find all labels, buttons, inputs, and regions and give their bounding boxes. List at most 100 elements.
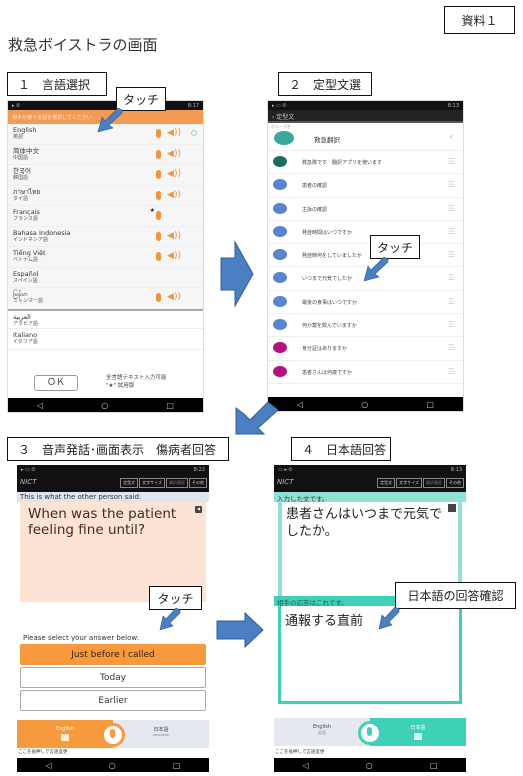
language-name: Français: [13, 208, 40, 216]
phrase-text: 何か薬を飲んでいますか: [302, 323, 357, 330]
phrase-item[interactable]: 身分証はありますか ☰: [268, 337, 463, 361]
phrase-item[interactable]: 患者さんは何歳ですか ☰: [268, 361, 463, 384]
response-text: 通報する直前: [285, 614, 364, 629]
speaker-icon: ◀)): [167, 128, 181, 138]
phrase-item[interactable]: 何か薬を飲んでいますか ☰: [268, 314, 463, 338]
toolbar-history-button[interactable]: 翻訳履歴: [423, 478, 445, 488]
home-icon[interactable]: ○: [101, 401, 108, 410]
toolbar-phrases-button[interactable]: 定型文: [120, 478, 139, 488]
drag-handle-icon[interactable]: ☰: [448, 320, 455, 329]
language-item[interactable]: 简体中文 中国語 ◀)): [8, 144, 203, 165]
phrase-item[interactable]: 救急隊です 翻訳アプリを使います ☰: [268, 151, 463, 175]
right-language[interactable]: 日本語: [370, 718, 466, 746]
back-icon[interactable]: ◁: [303, 761, 309, 770]
drag-handle-icon[interactable]: ☰: [448, 180, 455, 189]
right-language[interactable]: 日本語 Japanese: [113, 720, 209, 748]
flow-arrow-right-1: [220, 240, 254, 308]
recents-icon[interactable]: □: [173, 761, 181, 770]
language-item[interactable]: Français フランス語 ★: [8, 206, 203, 227]
language-change-hint: ここを長押しで言語変更: [17, 749, 209, 755]
language-change-hint: ここを長押しで言語変更: [274, 749, 466, 755]
edit-icon[interactable]: [448, 504, 456, 512]
answer-button[interactable]: Today: [20, 667, 206, 688]
edit-icon[interactable]: [61, 734, 69, 741]
language-item[interactable]: မြန်မာ ミャンマー語 ◀)): [8, 288, 203, 309]
screen-japanese-answer: ▭ ▸ ✆ 8:13 NICT 定型文 文字サイズ 翻訳履歴 その他 入力した文で…: [274, 465, 466, 772]
home-icon[interactable]: ○: [366, 761, 373, 770]
drag-handle-icon[interactable]: ☰: [448, 273, 455, 282]
back-icon[interactable]: ◁: [46, 761, 52, 770]
toolbar-more-button[interactable]: その他: [446, 478, 464, 488]
language-item[interactable]: Español スペイン語: [8, 267, 203, 288]
microphone-icon: [156, 149, 161, 159]
drag-handle-icon[interactable]: ☰: [448, 343, 455, 352]
phrase-group[interactable]: グループ名 救急翻訳 ‹: [268, 123, 463, 151]
microphone-icon: [156, 293, 161, 302]
answer-prompt: Please select your answer below:: [23, 634, 140, 642]
speech-bubble-icon: [273, 295, 287, 307]
answer-button[interactable]: Earlier: [20, 690, 206, 711]
phrase-item[interactable]: 主訴の確認 ☰: [268, 198, 463, 221]
drag-handle-icon[interactable]: ☰: [448, 367, 455, 376]
drag-handle-icon[interactable]: ☰: [448, 227, 455, 236]
language-list: English 英語 ◀)) 简体中文 中国語 ◀)) 한국어 韓国語 ◀)) ภาษาไทย タイ…: [8, 124, 203, 350]
left-language[interactable]: English 英語: [274, 718, 370, 746]
language-name-jp: フランス語: [13, 216, 38, 222]
mic-button[interactable]: [358, 721, 382, 745]
toolbar-font-size-button[interactable]: 文字サイズ: [139, 478, 165, 488]
answer-button[interactable]: Just before I called: [20, 644, 206, 665]
phrase-item[interactable]: 発症時間はいつですか ☰: [268, 221, 463, 245]
speech-bubble-icon: [273, 225, 287, 237]
drag-handle-icon[interactable]: ☰: [448, 204, 455, 213]
language-bar: English 英語 日本語: [274, 718, 466, 746]
edit-icon[interactable]: [414, 733, 422, 740]
phrase-item[interactable]: 患者の確認 ☰: [268, 174, 463, 198]
language-item[interactable]: Italiano イタリア語: [8, 329, 203, 350]
ok-button[interactable]: ＯＫ: [34, 375, 78, 391]
language-item[interactable]: العربية アラビア語: [8, 308, 203, 329]
chevron-left-icon[interactable]: ‹: [450, 132, 453, 141]
language-item[interactable]: Bahasa Indonesia インドネシア語 ◀)): [8, 226, 203, 247]
phrase-text: 最後の食事はいつですか: [302, 299, 358, 306]
back-icon[interactable]: ◁: [37, 401, 43, 410]
recents-icon[interactable]: □: [430, 761, 438, 770]
drag-handle-icon[interactable]: ☰: [448, 250, 455, 259]
status-bar: ▸ ▭ ✆ 8:22: [17, 465, 209, 474]
drag-handle-icon[interactable]: ☰: [448, 297, 455, 306]
selected-radio-icon[interactable]: [191, 130, 197, 136]
toolbar-font-size-button[interactable]: 文字サイズ: [396, 478, 422, 488]
microphone-icon: [367, 727, 372, 736]
toolbar-phrases-button[interactable]: 定型文: [377, 478, 396, 488]
speaker-icon[interactable]: ◀: [195, 506, 202, 513]
back-icon[interactable]: ◁: [297, 400, 303, 409]
status-bar: ▭ ▸ ✆ 8:13: [274, 465, 466, 474]
recents-icon[interactable]: □: [166, 401, 174, 410]
language-item[interactable]: Tiếng Việt ベトナム語 ◀)): [8, 247, 203, 268]
recents-icon[interactable]: □: [426, 400, 434, 409]
home-icon[interactable]: ○: [109, 761, 116, 770]
language-name-jp: スペイン語: [13, 277, 38, 284]
android-nav-bar: ◁ ○ □: [274, 758, 466, 772]
home-icon[interactable]: ○: [361, 400, 368, 409]
left-language[interactable]: English: [17, 720, 113, 748]
said-label: This is what the other person said:: [17, 492, 209, 502]
speaker-icon: ◀)): [167, 292, 181, 302]
language-item[interactable]: ภาษาไทย タイ語 ◀)): [8, 185, 203, 206]
phrase-text: いつまで元気でしたか: [302, 276, 353, 283]
language-name-jp: イタリア語: [13, 339, 38, 345]
group-caption: グループ名: [271, 124, 291, 129]
microphone-icon: [156, 190, 161, 200]
toolbar-history-button[interactable]: 翻訳履歴: [166, 478, 188, 488]
speaker-icon: ◀)): [167, 169, 181, 179]
phrase-text: 身分証はありますか: [302, 346, 348, 353]
microphone-icon: [110, 729, 115, 738]
mic-button[interactable]: [101, 723, 125, 747]
phrases-toolbar[interactable]: ‹ 定型文: [268, 110, 463, 123]
toolbar-more-button[interactable]: その他: [189, 478, 207, 488]
drag-handle-icon[interactable]: ☰: [448, 157, 455, 166]
phrase-item[interactable]: 最後の食事はいつですか ☰: [268, 291, 463, 315]
step-4-label: ４ 日本語回答: [291, 437, 391, 461]
microphone-icon: [156, 252, 161, 261]
flow-arrow-diagonal: [235, 401, 279, 435]
language-item[interactable]: 한국어 韓国語 ◀)): [8, 165, 203, 186]
